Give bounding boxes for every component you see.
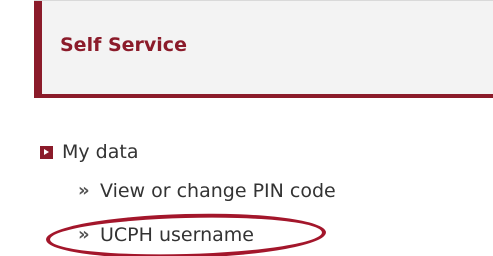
- highlight-oval: [45, 210, 327, 256]
- arrow-square-icon: [40, 146, 53, 159]
- double-chevron-right-icon: »: [78, 180, 90, 201]
- self-service-page: Self Service My data » View or change PI…: [0, 0, 493, 256]
- header-top-edge: [34, 0, 493, 1]
- menu-item-view-change-pin[interactable]: View or change PIN code: [100, 180, 336, 202]
- self-service-header: Self Service: [34, 0, 493, 98]
- panel-title: Self Service: [60, 34, 187, 56]
- menu-section-my-data[interactable]: My data: [62, 141, 138, 163]
